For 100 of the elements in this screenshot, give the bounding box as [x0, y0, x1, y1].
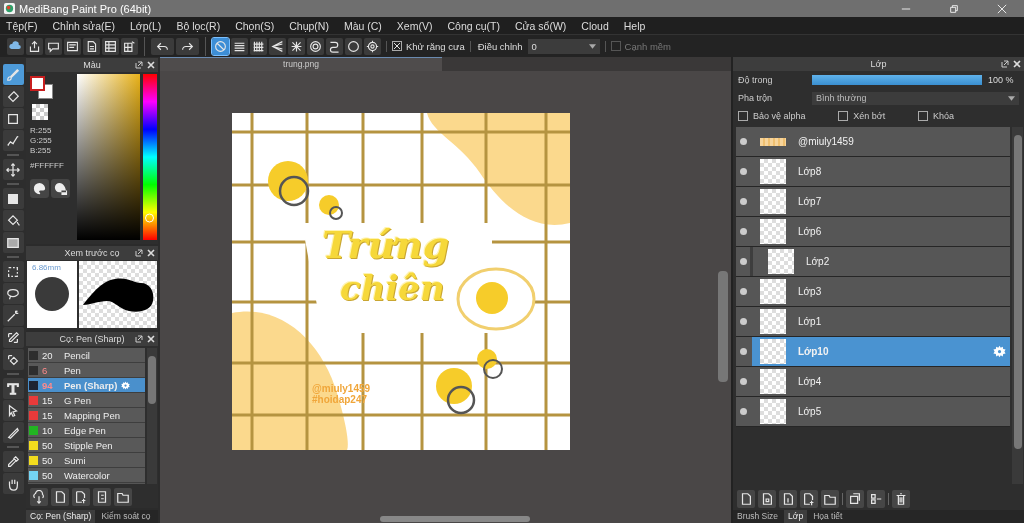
visibility-dot[interactable]: [740, 288, 747, 295]
concentric-circles-snap-button[interactable]: [307, 37, 324, 55]
brush-item[interactable]: 20 Pencil: [28, 348, 145, 363]
close-icon[interactable]: [147, 249, 155, 257]
add-menu-button[interactable]: [72, 488, 90, 506]
folder-button[interactable]: [114, 488, 132, 506]
scrollbar[interactable]: [1012, 127, 1023, 484]
menu-item[interactable]: Tệp(F): [6, 19, 38, 32]
panel-tab[interactable]: Brush Size: [733, 510, 783, 523]
option-checkbox[interactable]: [838, 111, 849, 121]
undock-icon[interactable]: [1001, 60, 1009, 68]
menu-item[interactable]: Chụp(N): [289, 19, 329, 32]
palette-button[interactable]: [30, 179, 49, 198]
visibility-dot[interactable]: [740, 378, 747, 385]
gradient-tool[interactable]: [2, 232, 24, 253]
visibility-dot[interactable]: [740, 408, 747, 415]
eraser-tool[interactable]: [2, 86, 24, 107]
menu-item[interactable]: Màu (C): [343, 19, 382, 32]
paint-bucket-tool[interactable]: [2, 210, 24, 231]
undock-icon[interactable]: [135, 335, 143, 343]
trash-button[interactable]: [892, 490, 910, 508]
square-tool[interactable]: [2, 108, 24, 129]
opacity-slider[interactable]: [812, 75, 982, 85]
merge-button[interactable]: [867, 490, 885, 508]
visibility-dot[interactable]: [740, 228, 747, 235]
dashed-square-tool[interactable]: [2, 261, 24, 282]
settings-button[interactable]: [364, 37, 381, 55]
cloud-button[interactable]: [7, 37, 24, 55]
visibility-dot[interactable]: [740, 198, 747, 205]
panel-tab[interactable]: Họa tiết: [809, 510, 847, 523]
visibility-dot[interactable]: [740, 348, 747, 355]
filled-square-tool[interactable]: [2, 188, 24, 209]
artwork-drawing[interactable]: [232, 113, 570, 450]
menu-item[interactable]: Cloud: [581, 19, 609, 32]
menu-item[interactable]: Xem(V): [396, 19, 433, 32]
speech-bubble-button[interactable]: [45, 37, 62, 55]
antialias-checkbox[interactable]: [392, 41, 402, 51]
pointer-tool[interactable]: [2, 400, 24, 421]
menu-item[interactable]: Chọn(S): [235, 19, 275, 32]
crosshatch-snap-button[interactable]: [250, 37, 267, 55]
menu-item[interactable]: Lớp(L): [129, 19, 162, 32]
menu-item[interactable]: Help: [623, 19, 646, 32]
brush-tool[interactable]: [2, 64, 24, 85]
option-checkbox[interactable]: [917, 111, 928, 121]
note-button[interactable]: [64, 37, 81, 55]
vanishing-lines-snap-button[interactable]: [269, 37, 286, 55]
saturation-value-picker[interactable]: [77, 74, 140, 240]
eyedropper-tool[interactable]: [2, 451, 24, 472]
correction-dropdown[interactable]: 0: [527, 38, 600, 54]
panel-tab[interactable]: Cọ: Pen (Sharp): [26, 510, 96, 523]
hand-tool[interactable]: [2, 473, 24, 494]
close-icon[interactable]: [1013, 60, 1021, 68]
brush-item[interactable]: 50 Watercolor: [28, 468, 145, 483]
move-tool[interactable]: [2, 159, 24, 180]
cloud-download-button[interactable]: [30, 488, 48, 506]
brush-item[interactable]: 50 Sumi: [28, 453, 145, 468]
list-button[interactable]: [102, 37, 119, 55]
color-swatches[interactable]: [30, 76, 56, 100]
knife-tool[interactable]: [2, 422, 24, 443]
menu-item[interactable]: Công cụ(T): [447, 19, 500, 32]
magic-wand-tool[interactable]: [2, 305, 24, 326]
selection-pen-tool[interactable]: [2, 327, 24, 348]
visibility-dot[interactable]: [740, 138, 747, 145]
undo-button[interactable]: [151, 37, 174, 55]
menu-item[interactable]: Bộ lọc(R): [176, 19, 221, 32]
hue-slider[interactable]: [143, 74, 157, 240]
brush-item[interactable]: 6 Pen: [28, 363, 145, 378]
brush-item[interactable]: 15 Mapping Pen: [28, 408, 145, 423]
menu-item[interactable]: Cửa sổ(W): [514, 19, 567, 32]
blend-mode-dropdown[interactable]: Bình thường: [812, 91, 1019, 105]
option-checkbox[interactable]: [738, 111, 748, 121]
text-tool-tool[interactable]: [2, 378, 24, 399]
brush-item[interactable]: 50 Stipple Pen: [28, 438, 145, 453]
settings-icon[interactable]: [993, 345, 1006, 358]
radial-lines-snap-button[interactable]: [288, 37, 305, 55]
parallel-lines-snap-button[interactable]: [231, 37, 248, 55]
page-button[interactable]: [83, 37, 100, 55]
transparent-color-swatch[interactable]: [32, 104, 48, 120]
folder-button[interactable]: [821, 490, 839, 508]
panel-tab[interactable]: Lớp: [784, 510, 808, 523]
close-icon[interactable]: [147, 61, 155, 69]
scrollbar[interactable]: [147, 348, 157, 484]
brush-item[interactable]: 10 Edge Pen: [28, 423, 145, 438]
share-button[interactable]: [26, 37, 43, 55]
grid-button[interactable]: [121, 37, 138, 55]
visibility-dot[interactable]: [740, 258, 747, 265]
lasso-tool[interactable]: [2, 283, 24, 304]
dotted-line-tool[interactable]: [2, 130, 24, 151]
menu-item[interactable]: Chỉnh sửa(E): [52, 19, 115, 32]
visibility-dot[interactable]: [740, 168, 747, 175]
copy-layer-button[interactable]: [758, 490, 776, 508]
document-tab[interactable]: trung.png: [160, 57, 442, 71]
undock-icon[interactable]: [135, 61, 143, 69]
color-set-button[interactable]: [51, 179, 70, 198]
visibility-dot[interactable]: [740, 318, 747, 325]
restore-icon[interactable]: [949, 3, 959, 14]
import-layer-button[interactable]: [779, 490, 797, 508]
brush-item[interactable]: 15 G Pen: [28, 393, 145, 408]
duplicate-button[interactable]: [846, 490, 864, 508]
selection-eraser-tool[interactable]: [2, 349, 24, 370]
